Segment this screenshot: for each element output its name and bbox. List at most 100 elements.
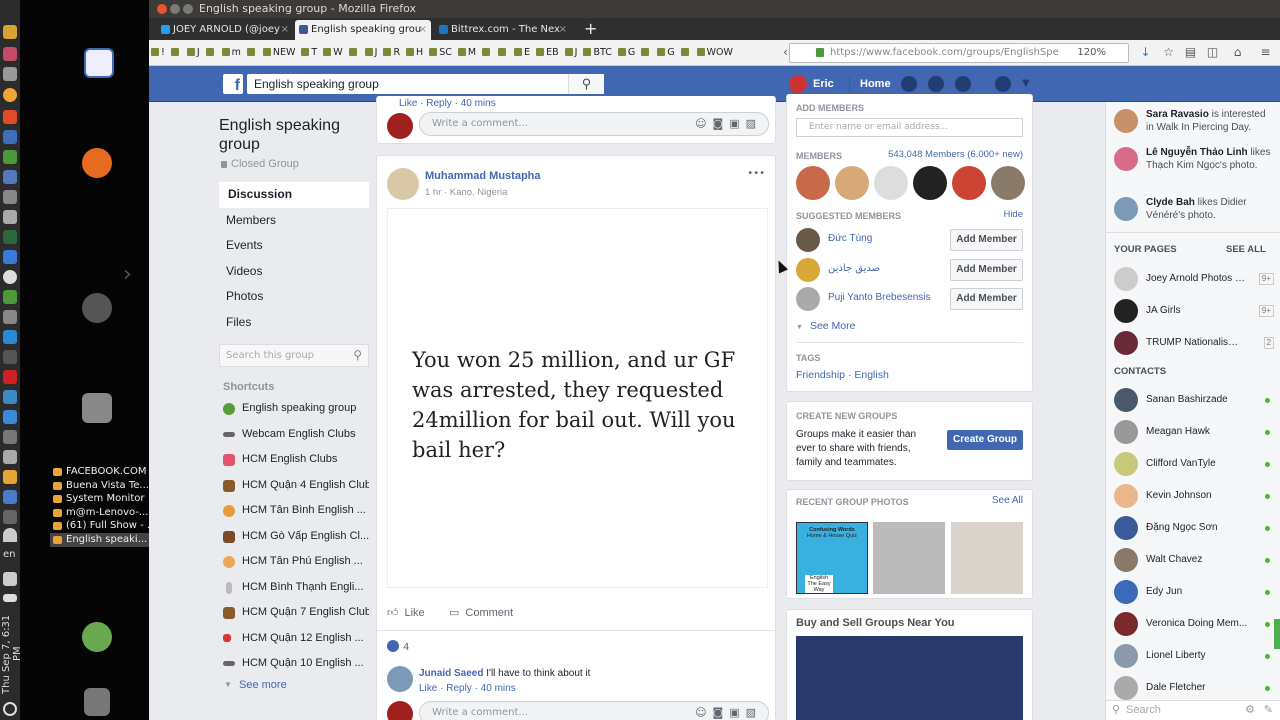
close-tab-icon[interactable]: × bbox=[559, 20, 567, 40]
member-avatar[interactable] bbox=[952, 166, 986, 200]
buy-sell-image[interactable] bbox=[796, 636, 1023, 720]
group-photo[interactable] bbox=[951, 522, 1023, 594]
new-tab-button[interactable]: + bbox=[584, 18, 597, 40]
comment-button[interactable]: ▭ Comment bbox=[449, 606, 513, 619]
launcher-icon[interactable] bbox=[3, 67, 17, 81]
shortcut-item[interactable]: HCM English Clubs bbox=[219, 447, 369, 473]
member-avatar[interactable] bbox=[913, 166, 947, 200]
avatar[interactable] bbox=[796, 287, 820, 311]
launcher-icon[interactable] bbox=[3, 170, 17, 184]
facebook-logo-icon[interactable]: f bbox=[223, 74, 243, 94]
shortcut-item[interactable]: Webcam English Clubs bbox=[219, 422, 369, 448]
contact-item[interactable]: Edy Jun bbox=[1114, 580, 1274, 604]
contact-item[interactable]: Walt Chavez bbox=[1114, 548, 1274, 572]
download-icon[interactable]: ↓ bbox=[1139, 46, 1152, 59]
bookmark-item[interactable]: E bbox=[514, 47, 530, 58]
add-member-button[interactable]: Add Member bbox=[950, 229, 1023, 251]
add-members-input[interactable]: Enter name or email address... bbox=[796, 118, 1023, 137]
avatar[interactable] bbox=[796, 258, 820, 282]
bookmark-item[interactable] bbox=[498, 47, 508, 58]
contact-item[interactable]: Đặng Ngọc Sơn bbox=[1114, 516, 1274, 540]
nav-members[interactable]: Members bbox=[219, 208, 369, 234]
reply-author[interactable]: Junaid Saeed bbox=[419, 668, 483, 679]
bookmark-item[interactable]: J bbox=[187, 47, 200, 58]
messenger-icon[interactable] bbox=[928, 76, 944, 92]
comment-input[interactable]: Write a comment... ☺◙▣▨ bbox=[419, 112, 769, 136]
avatar[interactable] bbox=[387, 666, 413, 692]
members-count[interactable]: 543,048 Members (6,000+ new) bbox=[888, 149, 1023, 160]
launcher-icon[interactable] bbox=[3, 230, 17, 244]
launcher-icon[interactable] bbox=[3, 470, 17, 484]
bitcoin-icon[interactable] bbox=[3, 88, 17, 102]
contact-item[interactable]: Veronica Doing Mem... bbox=[1114, 612, 1274, 636]
launcher-icon[interactable] bbox=[3, 390, 17, 404]
shortcut-item[interactable]: HCM Quận 4 English Club bbox=[219, 473, 369, 499]
library-icon[interactable]: ▤ bbox=[1184, 46, 1197, 59]
scrollbar-thumb[interactable] bbox=[1274, 619, 1280, 649]
shortcut-item[interactable]: HCM Quận 7 English Club bbox=[219, 600, 369, 626]
launcher-icon[interactable] bbox=[3, 250, 17, 264]
page-item[interactable]: JA Girls 9+ bbox=[1114, 299, 1274, 323]
bookmark-item[interactable]: J bbox=[565, 47, 578, 58]
launcher-icon[interactable] bbox=[3, 430, 17, 444]
launcher-icon[interactable] bbox=[3, 450, 17, 464]
bookmark-item[interactable]: G bbox=[618, 47, 635, 58]
nav-videos[interactable]: Videos bbox=[219, 259, 369, 285]
menu-icon[interactable]: ≡ bbox=[1259, 46, 1272, 59]
shortcut-item[interactable]: HCM Quận 12 English ... bbox=[219, 626, 369, 652]
group-name[interactable]: English speaking group bbox=[219, 116, 369, 154]
close-window-button[interactable] bbox=[157, 4, 167, 14]
contact-item[interactable]: Clifford VanTyle bbox=[1114, 452, 1274, 476]
shortcut-item[interactable]: English speaking group bbox=[219, 396, 369, 422]
launcher-icon[interactable] bbox=[3, 150, 17, 164]
close-tab-icon[interactable]: × bbox=[281, 20, 289, 40]
comment-actions-text[interactable]: Like · Reply · 40 mins bbox=[399, 98, 496, 109]
comment-input[interactable]: Write a comment... ☺◙▣▨ bbox=[419, 701, 769, 720]
bookmark-item[interactable]: EB bbox=[536, 47, 559, 58]
launcher-icon[interactable] bbox=[3, 510, 17, 524]
member-avatar[interactable] bbox=[796, 166, 830, 200]
tab-bittrex[interactable]: Bittrex.com - The Nex × bbox=[435, 20, 571, 40]
create-group-button[interactable]: Create Group bbox=[947, 430, 1023, 450]
pocket-icon[interactable]: ◫ bbox=[1206, 46, 1219, 59]
shortcut-item[interactable]: HCM Gò Vấp English Cl... bbox=[219, 524, 369, 550]
archive-icon[interactable] bbox=[82, 393, 112, 423]
zoom-level[interactable]: 120% bbox=[1077, 44, 1106, 62]
home-link[interactable]: Home bbox=[849, 75, 891, 93]
launcher-icon[interactable] bbox=[3, 25, 17, 39]
compose-icon[interactable]: ✎ bbox=[1264, 701, 1273, 720]
launcher-icon[interactable] bbox=[3, 330, 17, 344]
battery-icon[interactable] bbox=[3, 594, 17, 602]
ubuntu-icon[interactable] bbox=[82, 293, 112, 323]
see-more-shortcuts[interactable]: See more bbox=[219, 679, 369, 691]
bookmark-item[interactable] bbox=[349, 47, 359, 58]
bookmark-star-icon[interactable]: ☆ bbox=[1162, 46, 1175, 59]
launcher-icon[interactable] bbox=[3, 290, 17, 304]
post-options-icon[interactable]: ••• bbox=[747, 168, 765, 179]
help-icon[interactable] bbox=[995, 76, 1011, 92]
gear-icon[interactable]: ⚙ bbox=[1245, 701, 1255, 720]
add-member-button[interactable]: Add Member bbox=[950, 259, 1023, 281]
chevron-right-icon[interactable]: › bbox=[123, 264, 137, 286]
group-photo[interactable] bbox=[873, 522, 945, 594]
maximize-window-button[interactable] bbox=[183, 4, 193, 14]
launcher-icon[interactable] bbox=[3, 270, 17, 284]
shortcut-item[interactable]: HCM Tân Phú English ... bbox=[219, 549, 369, 575]
contact-item[interactable]: Dale Fletcher bbox=[1114, 676, 1274, 700]
shortcut-item[interactable]: HCM Tân Bình English ... bbox=[219, 498, 369, 524]
friend-requests-icon[interactable] bbox=[901, 76, 917, 92]
comment-attach-icons[interactable]: ☺◙▣▨ bbox=[695, 113, 762, 135]
profile-link[interactable]: Eric bbox=[789, 75, 834, 94]
nav-files[interactable]: Files bbox=[219, 310, 369, 336]
filezilla-icon[interactable] bbox=[3, 370, 17, 384]
keyboard-language[interactable]: en bbox=[3, 549, 16, 560]
nav-photos[interactable]: Photos bbox=[219, 284, 369, 310]
avatar[interactable] bbox=[796, 228, 820, 252]
like-button[interactable]: 👍︎ Like bbox=[387, 606, 425, 619]
page-item[interactable]: TRUMP Nationalism O... 2 bbox=[1114, 331, 1274, 355]
contact-item[interactable]: Sanan Bashirzade bbox=[1114, 388, 1274, 412]
bookmark-item[interactable]: R bbox=[383, 47, 400, 58]
search-icon[interactable]: ⚲ bbox=[568, 74, 604, 94]
tab-english-group[interactable]: English speaking grou × bbox=[295, 20, 431, 40]
see-more-members[interactable]: ▼ See More bbox=[796, 320, 855, 332]
